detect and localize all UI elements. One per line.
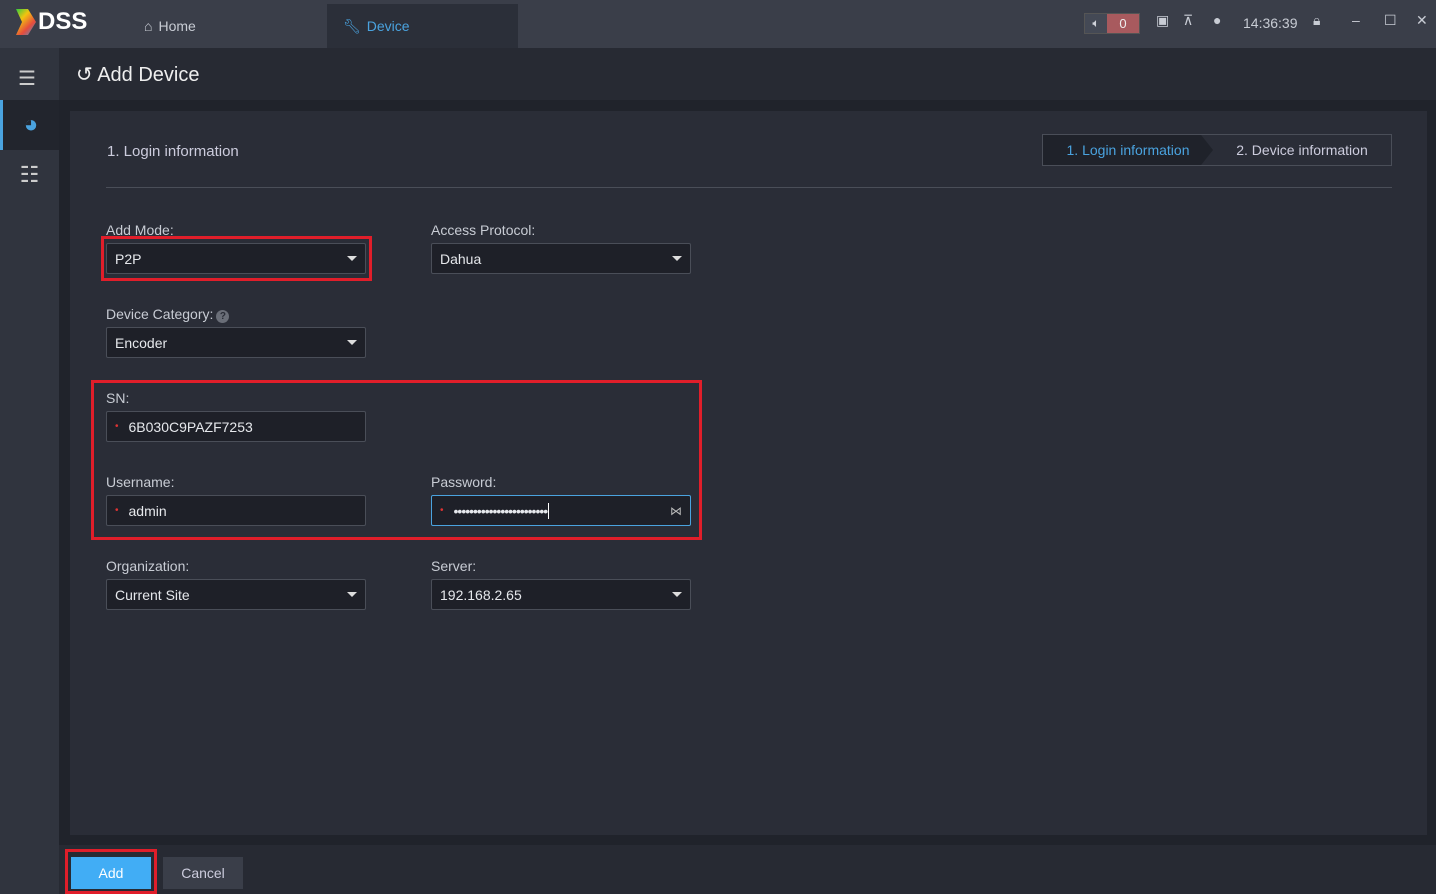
chevron-down-icon bbox=[347, 592, 357, 597]
device-category-select[interactable]: Encoder bbox=[106, 327, 366, 358]
organization-select[interactable]: Current Site bbox=[106, 579, 366, 610]
server-value: 192.168.2.65 bbox=[440, 586, 522, 603]
device-category-label-text: Device Category: bbox=[106, 306, 214, 322]
close-icon[interactable]: ✕ bbox=[1416, 12, 1428, 29]
required-marker: • bbox=[115, 421, 119, 432]
chevron-down-icon bbox=[672, 256, 682, 261]
network-icon[interactable]: ⊼ bbox=[1183, 12, 1193, 29]
step-indicator: 1. Login information 2. Device informati… bbox=[1042, 134, 1392, 166]
username-input[interactable]: • admin bbox=[106, 495, 366, 526]
tab-device[interactable]: 🔧︎ Device bbox=[327, 4, 518, 48]
device-link-icon: ◕ bbox=[23, 111, 39, 138]
password-label: Password: bbox=[431, 474, 497, 490]
organization-label: Organization: bbox=[106, 558, 190, 574]
chevron-down-icon bbox=[347, 256, 357, 261]
alarm-count: 0 bbox=[1107, 14, 1139, 33]
organization-value: Current Site bbox=[115, 586, 190, 603]
divider bbox=[106, 187, 1392, 188]
server-label: Server: bbox=[431, 558, 477, 574]
device-category-value: Encoder bbox=[115, 334, 168, 351]
speaker-icon: 🔈︎ bbox=[1085, 14, 1107, 33]
sidebar-device-list[interactable]: ☷ bbox=[0, 150, 59, 200]
add-mode-select[interactable]: P2P bbox=[106, 243, 366, 274]
sn-value: 6B030C9PAZF7253 bbox=[128, 418, 253, 435]
sidebar-device-add[interactable]: ◕ bbox=[0, 100, 59, 150]
back-arrow-icon: ↺ bbox=[76, 64, 93, 86]
password-value: •••••••••••••••••••••••• bbox=[453, 502, 550, 519]
tab-home[interactable]: ⌂ Home bbox=[128, 4, 326, 48]
sn-input[interactable]: • 6B030C9PAZF7253 bbox=[106, 411, 366, 442]
server-select[interactable]: 192.168.2.65 bbox=[431, 579, 691, 610]
section-title: 1. Login information bbox=[107, 143, 239, 160]
username-label: Username: bbox=[106, 474, 175, 490]
user-icon[interactable]: ● bbox=[1213, 12, 1221, 28]
required-marker: • bbox=[440, 505, 444, 516]
add-mode-value: P2P bbox=[115, 250, 142, 267]
minimize-icon[interactable]: – bbox=[1352, 12, 1360, 28]
access-protocol-select[interactable]: Dahua bbox=[431, 243, 691, 274]
dss-logo: DSS bbox=[16, 8, 87, 36]
chevron-down-icon bbox=[672, 592, 682, 597]
tab-home-label: Home bbox=[158, 18, 196, 34]
device-category-label: Device Category:? bbox=[106, 306, 230, 323]
add-button[interactable]: Add bbox=[71, 857, 151, 889]
page-title: Add Device bbox=[97, 64, 200, 86]
hamburger-menu-icon[interactable]: ☰ bbox=[18, 66, 36, 91]
server-rack-icon: ☷ bbox=[19, 162, 40, 187]
step-login-information[interactable]: 1. Login information bbox=[1043, 135, 1213, 165]
password-input[interactable]: • •••••••••••••••••••••••• ⋈ bbox=[431, 495, 691, 526]
show-password-eye-icon[interactable]: ⋈ bbox=[670, 504, 682, 518]
help-icon[interactable]: ? bbox=[216, 310, 230, 323]
step-device-information[interactable]: 2. Device information bbox=[1213, 135, 1391, 165]
wrench-icon: 🔧︎ bbox=[343, 17, 361, 34]
logo-mark-icon bbox=[16, 9, 36, 35]
home-icon: ⌂ bbox=[144, 18, 153, 34]
clock: 14:36:39 bbox=[1243, 15, 1298, 31]
access-protocol-label: Access Protocol: bbox=[431, 222, 536, 238]
logo-text: DSS bbox=[38, 8, 88, 35]
lock-icon[interactable]: 🔒︎ bbox=[1313, 12, 1320, 29]
tab-device-label: Device bbox=[366, 18, 410, 34]
username-value: admin bbox=[128, 502, 167, 519]
message-icon[interactable]: ▣ bbox=[1156, 12, 1169, 29]
sn-label: SN: bbox=[106, 390, 130, 406]
access-protocol-value: Dahua bbox=[440, 250, 482, 267]
back-button[interactable]: ↺ Add Device bbox=[76, 62, 200, 87]
cancel-button[interactable]: Cancel bbox=[163, 857, 243, 889]
chevron-down-icon bbox=[347, 340, 357, 345]
footer-bar bbox=[59, 845, 1436, 894]
required-marker: • bbox=[115, 505, 119, 516]
alarm-sound-toggle[interactable]: 🔈︎ 0 bbox=[1084, 13, 1140, 34]
page-header bbox=[59, 48, 1436, 100]
maximize-icon[interactable]: ☐ bbox=[1384, 12, 1397, 29]
